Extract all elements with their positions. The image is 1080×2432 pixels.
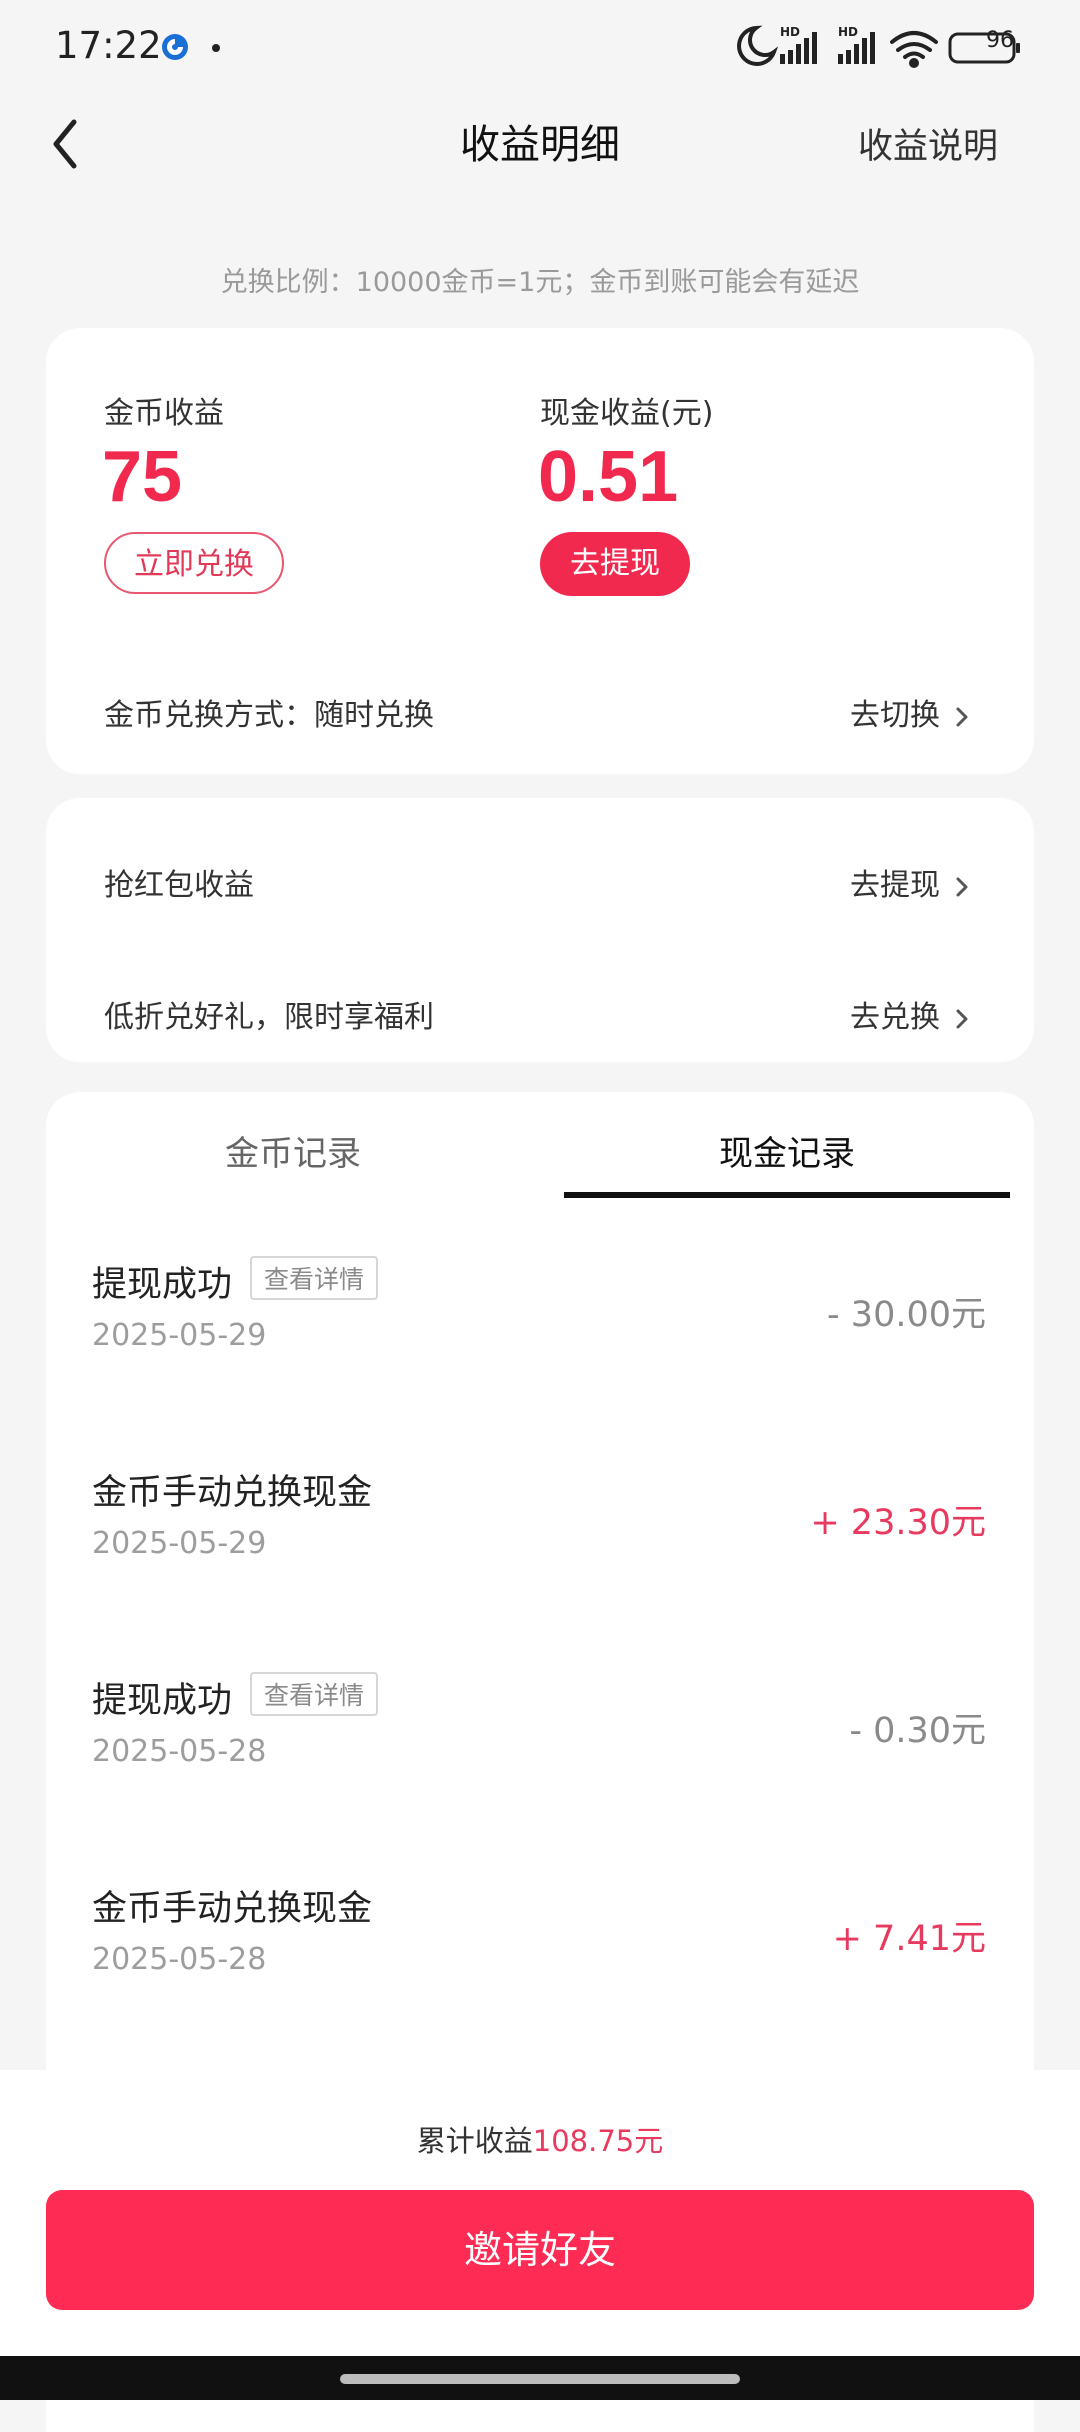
total-earnings-label: 累计收益 [416,2124,533,2158]
withdraw-button[interactable]: 去提现 [540,532,690,596]
view-details-button[interactable]: 查看详情 [250,1672,379,1716]
signal-hd-icon: HD [780,25,817,64]
total-earnings: 累计收益108.75元 [0,2118,1080,2160]
view-details-button[interactable]: 查看详情 [250,1256,379,1300]
moon-icon [737,25,779,66]
red-packet-earnings-label: 抢红包收益 [104,868,254,903]
invite-friends-button[interactable]: 邀请好友 [46,2190,1034,2310]
record-title: 提现成功 [92,1681,233,1721]
exchange-mode-text: 金币兑换方式：随时兑换 [104,698,434,733]
exchange-now-button[interactable]: 立即兑换 [104,532,284,594]
active-tab-indicator [564,1192,1010,1198]
exchange-ratio-note: 兑换比例：10000金币=1元；金币到账可能会有延迟 [220,267,860,298]
record-amount: - 30.00元 [827,1295,986,1335]
total-earnings-value: 108.75元 [532,2124,664,2158]
tab-coin-records[interactable]: 金币记录 [46,1126,540,1175]
discount-exchange-label: 去兑换 [850,1000,940,1035]
svg-text:HD: HD [780,25,800,39]
wifi-icon [890,31,938,68]
earnings-card: 金币收益 75 立即兑换 现金收益(元) 0.51 去提现 金币兑换方式：随时兑… [46,328,1034,774]
battery-level: 96 [986,28,1014,53]
record-amount: + 7.41元 [832,1919,986,1959]
coin-earnings-value: 75 [102,437,183,517]
earnings-explanation-link[interactable]: 收益说明 [858,118,998,169]
record-date: 2025-05-28 [92,1942,267,1977]
record-amount: - 0.30元 [849,1711,986,1751]
promo-card: 抢红包收益 去提现 低折兑好礼，限时享福利 去兑换 [46,798,1034,1062]
status-time: 17:22 [55,24,162,67]
cash-earnings-value: 0.51 [538,437,679,517]
svg-text:HD: HD [838,25,858,39]
record-title: 金币手动兑换现金 [92,1473,373,1513]
record-title: 提现成功 [92,1265,233,1305]
record-title: 金币手动兑换现金 [92,1889,373,1929]
chevron-right-icon [956,707,968,726]
tab-cash-records[interactable]: 现金记录 [540,1126,1034,1175]
switch-mode-label: 去切换 [850,698,940,733]
red-packet-withdraw-link[interactable]: 去提现 [850,860,976,904]
home-indicator[interactable] [340,2374,740,2384]
discount-exchange-link[interactable]: 去兑换 [850,992,976,1036]
record-date: 2025-05-29 [92,1526,267,1561]
record-date: 2025-05-29 [92,1318,267,1353]
signal-hd-icon: HD [838,25,875,64]
red-packet-withdraw-label: 去提现 [850,868,940,903]
app-notification-icon [162,34,188,60]
chevron-right-icon [956,1009,968,1028]
chevron-right-icon [956,877,968,896]
switch-mode-link[interactable]: 去切换 [850,690,976,734]
coin-earnings-label: 金币收益 [104,396,224,431]
cash-earnings-label: 现金收益(元) [540,396,714,431]
notification-dot [212,44,220,52]
record-amount: + 23.30元 [810,1503,986,1543]
discount-gift-label: 低折兑好礼，限时享福利 [104,1000,434,1035]
record-date: 2025-05-28 [92,1734,267,1769]
